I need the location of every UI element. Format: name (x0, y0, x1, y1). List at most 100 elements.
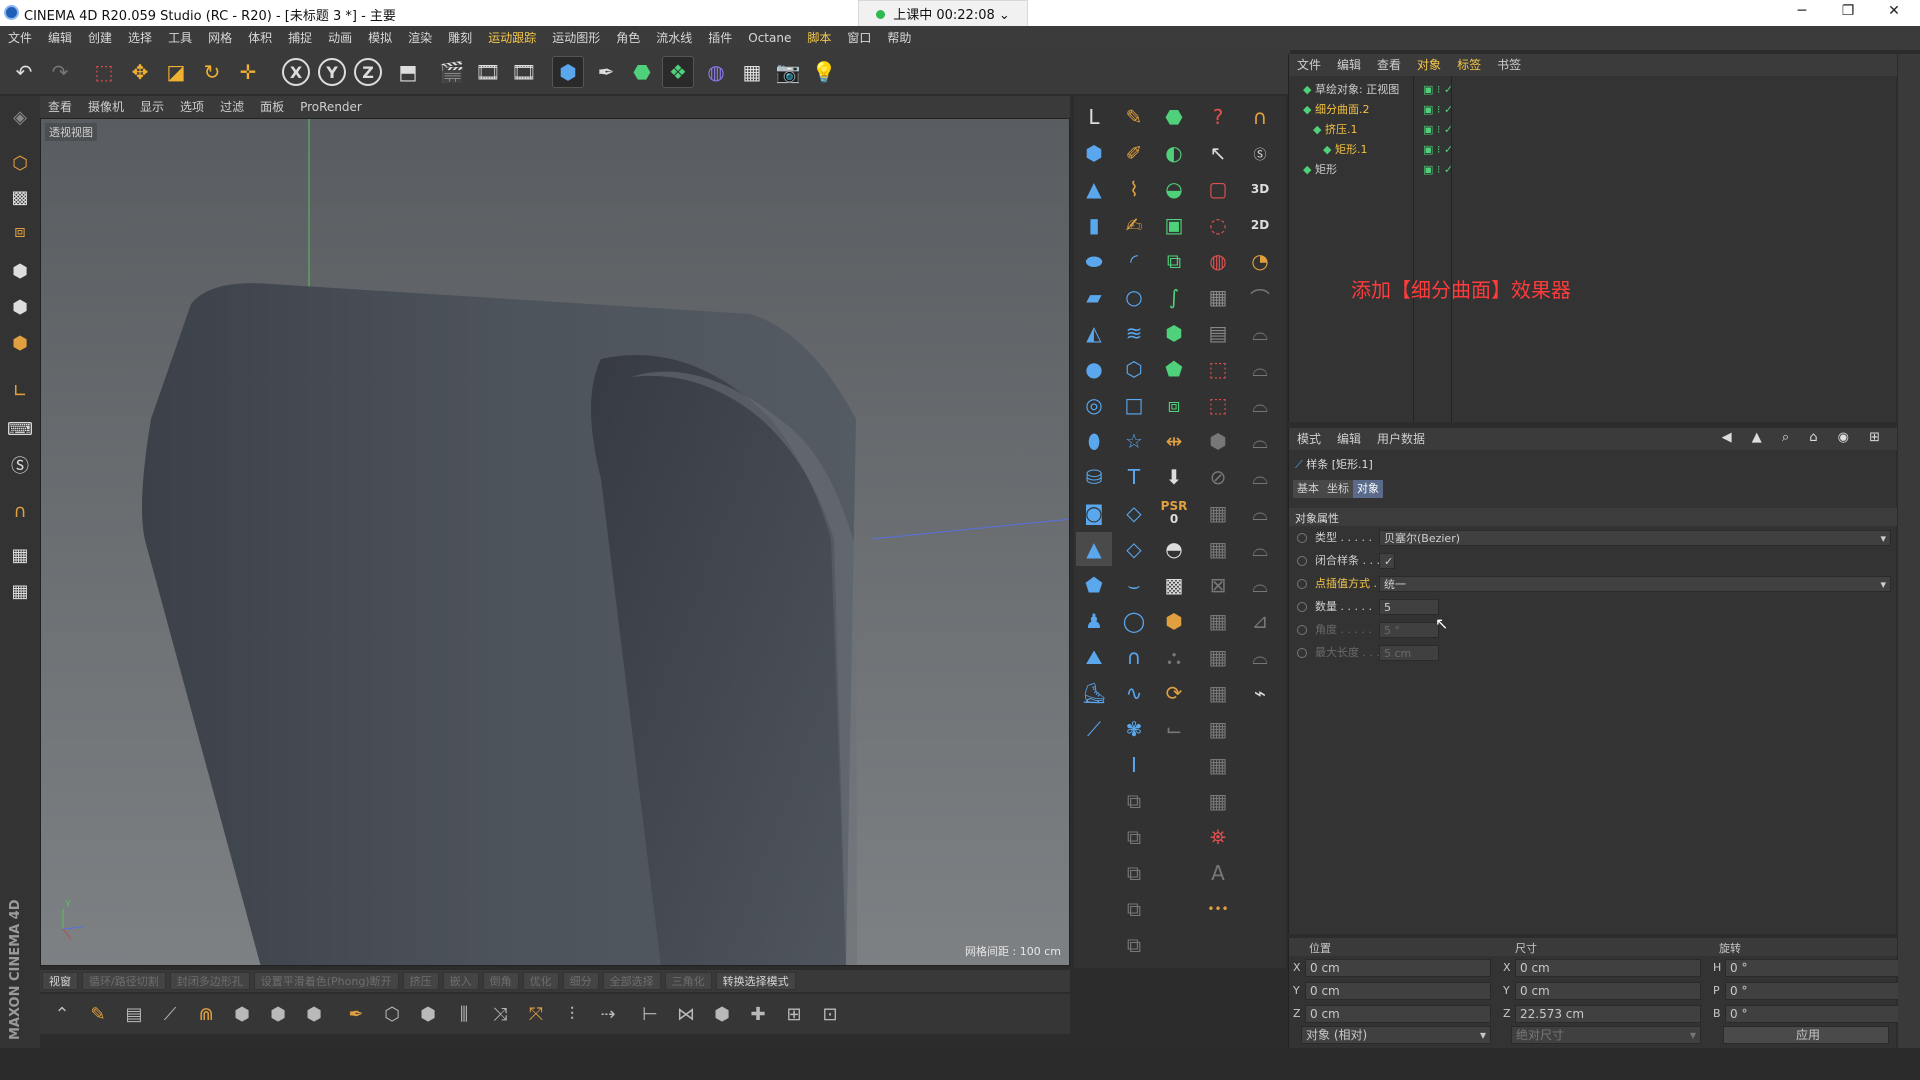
mirror-icon[interactable]: ⬢ (226, 998, 258, 1030)
select-loop-icon[interactable]: ⬚ (1200, 388, 1236, 422)
modeling-command-button[interactable]: 挤压 (402, 972, 439, 990)
undo-icon[interactable]: ↶ (8, 56, 40, 88)
more-icon[interactable]: ••• (1200, 892, 1236, 926)
object-menu-item[interactable]: 文件 (1289, 54, 1329, 76)
spline-or-icon[interactable]: ⧉ (1116, 892, 1152, 926)
menu-item[interactable]: 运动跟踪 (480, 26, 544, 50)
recent-tool-icon[interactable]: ✛ (232, 56, 264, 88)
deformer-icon[interactable]: ◍ (700, 56, 732, 88)
coord-rotation-field[interactable]: 0 ° (1725, 982, 1911, 1000)
clone-icon[interactable]: ✚ (742, 998, 774, 1030)
restore-button[interactable]: ❐ (1828, 3, 1868, 23)
object-menu-item[interactable]: 对象 (1409, 54, 1449, 76)
brush-icon[interactable]: ⟋ (154, 998, 186, 1030)
coord-rotation-field[interactable]: 0 ° (1725, 1005, 1911, 1023)
sweep-generator-icon[interactable]: ⧉ (1156, 244, 1192, 278)
bezier-generator-icon[interactable]: ∫ (1156, 280, 1192, 314)
snap-enable-icon[interactable]: ∩ (1242, 100, 1278, 134)
x-axis-lock-button[interactable]: X (282, 58, 310, 86)
tube-icon[interactable]: ◙ (1076, 496, 1112, 530)
figure-icon[interactable]: ♟ (1076, 604, 1112, 638)
object-menu-item[interactable]: 查看 (1369, 54, 1409, 76)
minimize-button[interactable]: ─ (1782, 3, 1822, 23)
grid-f-icon[interactable]: ▦ (1200, 676, 1236, 710)
live-selection-icon[interactable]: ⌃ (46, 998, 78, 1030)
cone-icon[interactable]: ▲ (1076, 172, 1112, 206)
spline-and-icon[interactable]: ⧉ (1116, 928, 1152, 962)
viewport-menu-item[interactable]: 选项 (172, 96, 212, 118)
bridge-icon[interactable]: ▤ (118, 998, 150, 1030)
connect-icon[interactable]: ⬇ (1156, 460, 1192, 494)
subdivision-surface-generator-icon[interactable]: ⬣ (1156, 100, 1192, 134)
floor-icon[interactable]: ▦ (736, 56, 768, 88)
snap-grid-point-icon[interactable]: ⌓ (1242, 496, 1278, 530)
unselect-icon[interactable]: ⬢ (1200, 424, 1236, 458)
attribute-menu-item[interactable]: 模式 (1289, 428, 1329, 450)
spline-intersect-icon[interactable]: ⧉ (1116, 856, 1152, 890)
grid-e-icon[interactable]: ▦ (1200, 640, 1236, 674)
menu-item[interactable]: 模拟 (360, 26, 400, 50)
polygon-select-icon[interactable]: ◍ (1200, 244, 1236, 278)
snap-polygon-icon[interactable]: ⌓ (1242, 316, 1278, 350)
normal-rotate-icon[interactable]: ⇢ (592, 998, 624, 1030)
sculpt-icon[interactable]: ⌁ (1242, 676, 1278, 710)
normal-move-icon[interactable]: ⤧ (520, 998, 552, 1030)
profile-icon[interactable]: I (1116, 748, 1152, 782)
menu-item[interactable]: 网格 (200, 26, 240, 50)
close-hole-icon[interactable]: ⬢ (262, 998, 294, 1030)
menu-item[interactable]: 帮助 (879, 26, 919, 50)
snap-perp-icon[interactable]: ⊿ (1242, 604, 1278, 638)
snap-vertex-icon[interactable]: ◔ (1242, 244, 1278, 278)
render-settings-icon[interactable]: 🎞 (508, 56, 540, 88)
text-icon[interactable]: T (1116, 460, 1152, 494)
snap-axis-icon[interactable]: ⌓ (1242, 388, 1278, 422)
boole-icon[interactable]: ⧈ (1156, 388, 1192, 422)
select-all-icon[interactable]: ⬚ (1200, 352, 1236, 386)
spline-subtract-icon[interactable]: ⧉ (1116, 820, 1152, 854)
star-icon[interactable]: ☆ (1116, 424, 1152, 458)
snap-icon[interactable]: ∩ (4, 496, 36, 526)
snap-2d-icon[interactable]: 2D (1242, 208, 1278, 242)
vectorizer-icon[interactable]: ◇ (1116, 496, 1152, 530)
object-menu-item[interactable]: 标签 (1449, 54, 1489, 76)
viewport-menu-item[interactable]: 查看 (40, 96, 80, 118)
background-object-icon[interactable]: ▩ (1156, 568, 1192, 602)
grid-i-icon[interactable]: ▦ (1200, 784, 1236, 818)
tweak-mode-icon[interactable]: ⌨ (4, 414, 36, 444)
menu-item[interactable]: 雕刻 (440, 26, 480, 50)
landscape-icon[interactable]: ⛰ (1076, 640, 1112, 674)
modeling-command-button[interactable]: 三角化 (664, 972, 712, 990)
floor-object-icon[interactable]: ◓ (1156, 532, 1192, 566)
coord-size-field[interactable]: 0 cm (1515, 959, 1701, 977)
object-menu-item[interactable]: 编辑 (1329, 54, 1369, 76)
pyramid-icon[interactable]: ▲ (1076, 532, 1112, 566)
disconnect-icon[interactable]: ⊞ (778, 998, 810, 1030)
animation-radio-icon[interactable] (1297, 625, 1307, 635)
attribute-value[interactable]: 5 (1379, 599, 1439, 615)
menu-item[interactable]: 脚本 (799, 26, 839, 50)
viewport-menu-item[interactable]: 显示 (132, 96, 172, 118)
plane-icon[interactable]: ▰ (1076, 280, 1112, 314)
menu-item[interactable]: 编辑 (40, 26, 80, 50)
circle-icon[interactable]: ○ (1116, 280, 1152, 314)
viewport-menu-item[interactable]: 过滤 (212, 96, 252, 118)
menu-item[interactable]: 运动图形 (544, 26, 608, 50)
box-select-icon[interactable]: ▢ (1200, 172, 1236, 206)
magnet-icon[interactable]: ⋒ (190, 998, 222, 1030)
array-icon[interactable]: ❖ (662, 56, 694, 88)
coord-rotation-field[interactable]: 0 ° (1725, 959, 1911, 977)
texture-mode-icon[interactable]: ▩ (4, 182, 36, 212)
bot-icon[interactable]: ⛯ (1200, 820, 1236, 854)
reverse-normals-icon[interactable]: ⋈ (670, 998, 702, 1030)
effector-icon[interactable]: ⟳ (1156, 676, 1192, 710)
snap-spline-icon[interactable]: ⌓ (1242, 352, 1278, 386)
array-tool-icon[interactable]: ⬢ (706, 998, 738, 1030)
object-name[interactable]: 细分曲面.2 (1315, 100, 1370, 120)
cube-icon[interactable]: ⬢ (1076, 136, 1112, 170)
apply-button[interactable]: 应用 (1723, 1026, 1889, 1044)
object-row[interactable]: ◆ 矩形.1 ▣ ⁝ ✓ (1297, 140, 1887, 160)
modeling-command-button[interactable]: 全部选择 (602, 972, 661, 990)
visibility-flags[interactable]: ▣ ⁝ ✓ (1423, 120, 1453, 140)
material-icon[interactable]: ⬢ (1156, 604, 1192, 638)
grid-tool-icon[interactable]: ▦ (1200, 280, 1236, 314)
